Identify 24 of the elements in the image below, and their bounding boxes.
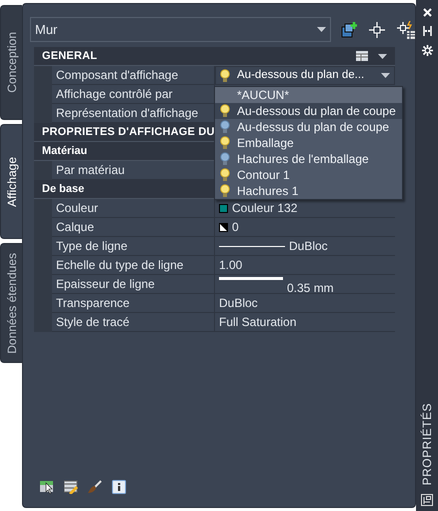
property-value: 0 — [232, 219, 239, 236]
property-value: 0.35 mm — [287, 280, 334, 297]
property-label: Affichage contrôlé par — [52, 85, 215, 104]
property-label: Echelle du type de ligne — [52, 256, 215, 275]
property-label: Composant d'affichage — [52, 66, 215, 85]
section-title: GENERAL — [42, 48, 98, 64]
property-label: Calque — [52, 218, 215, 237]
property-label: Type de ligne — [52, 237, 215, 256]
object-type-value: Mur — [35, 20, 58, 39]
property-value: DuBloc — [289, 238, 328, 255]
palette-title: PROPRIÉTÉS — [419, 402, 435, 485]
section-title: De base — [42, 182, 84, 197]
property-label: Transparence — [52, 294, 215, 313]
property-label: Par matériau — [52, 161, 215, 180]
property-value: 1.00 — [219, 257, 242, 274]
property-label: Epaisseur de ligne — [52, 275, 215, 294]
property-label: Couleur — [52, 199, 215, 218]
property-value: Couleur 132 — [232, 200, 298, 217]
property-label: Représentation d'affichage — [52, 104, 215, 123]
property-value: Full Saturation — [219, 314, 296, 331]
section-title: Matériau — [42, 144, 88, 159]
property-label: Style de tracé — [52, 313, 215, 332]
section-title: PROPRIETES D'AFFICHAGE DU — [42, 124, 215, 140]
property-value: DuBloc — [219, 295, 258, 312]
